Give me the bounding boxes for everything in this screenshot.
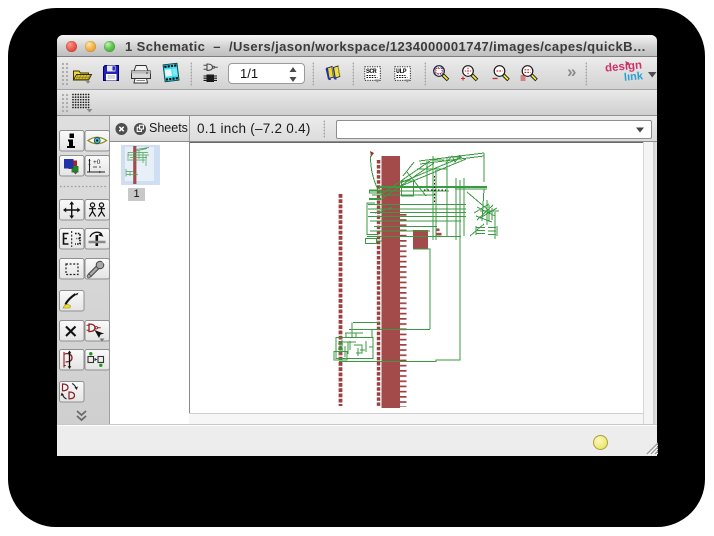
svg-text:+0: +0 [93, 159, 101, 166]
svg-text:SCR: SCR [366, 68, 377, 75]
svg-text:ULP: ULP [396, 68, 407, 75]
